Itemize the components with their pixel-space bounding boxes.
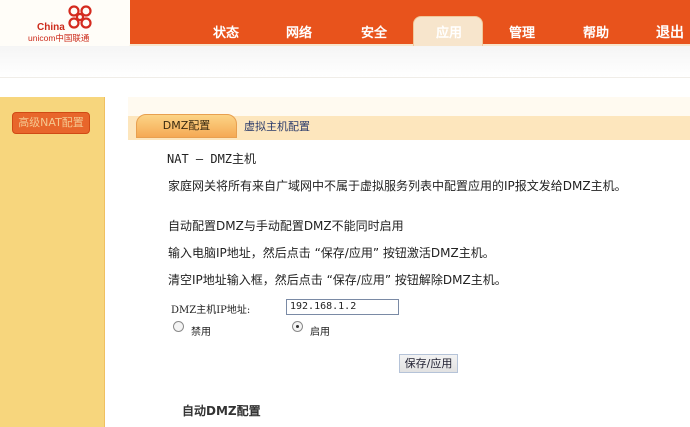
- sidebar-item-advanced-nat[interactable]: 高级NAT配置: [12, 112, 90, 134]
- dmz-ip-input[interactable]: 192.168.1.2: [286, 299, 399, 315]
- note-deactivate: 清空IP地址输入框，然后点击 “保存/应用” 按钮解除DMZ主机。: [168, 273, 507, 287]
- nav-application[interactable]: 应用: [413, 16, 483, 46]
- nav-network[interactable]: 网络: [269, 22, 329, 42]
- nav-management[interactable]: 管理: [492, 22, 552, 42]
- nav-application-label: 应用: [435, 26, 462, 41]
- auto-dmz-section-title: 自动DMZ配置: [182, 404, 261, 418]
- note-activate: 输入电脑IP地址，然后点击 “保存/应用” 按钮激活DMZ主机。: [168, 246, 495, 260]
- nav-security[interactable]: 安全: [344, 22, 404, 42]
- tab-virtual-host-config[interactable]: 虚拟主机配置: [244, 118, 310, 134]
- note-exclusive: 自动配置DMZ与手动配置DMZ不能同时启用: [168, 219, 404, 233]
- save-apply-button[interactable]: 保存/应用: [399, 354, 458, 373]
- page-title: NAT — DMZ主机: [167, 152, 257, 166]
- logo: China unicom中国联通: [0, 0, 130, 48]
- nav-help[interactable]: 帮助: [566, 22, 626, 42]
- radio-disable[interactable]: [173, 321, 184, 332]
- nav-status[interactable]: 状态: [196, 22, 256, 42]
- radio-disable-label: 禁用: [191, 327, 211, 338]
- logo-text-unicom: unicom中国联通: [28, 33, 90, 43]
- dmz-ip-label: DMZ主机IP地址:: [171, 305, 251, 316]
- header-band: [0, 46, 690, 78]
- description-text: 家庭网关将所有来自广域网中不属于虚拟服务列表中配置应用的IP报文发给DMZ主机。: [168, 179, 627, 193]
- unicom-knot-icon: [68, 5, 92, 29]
- tab-dmz-config[interactable]: DMZ配置: [136, 114, 237, 138]
- nav-logout[interactable]: 退出: [640, 22, 690, 42]
- sidebar: 高级NAT配置: [0, 97, 105, 427]
- radio-enable[interactable]: [292, 321, 303, 332]
- radio-enable-label: 启用: [310, 327, 330, 338]
